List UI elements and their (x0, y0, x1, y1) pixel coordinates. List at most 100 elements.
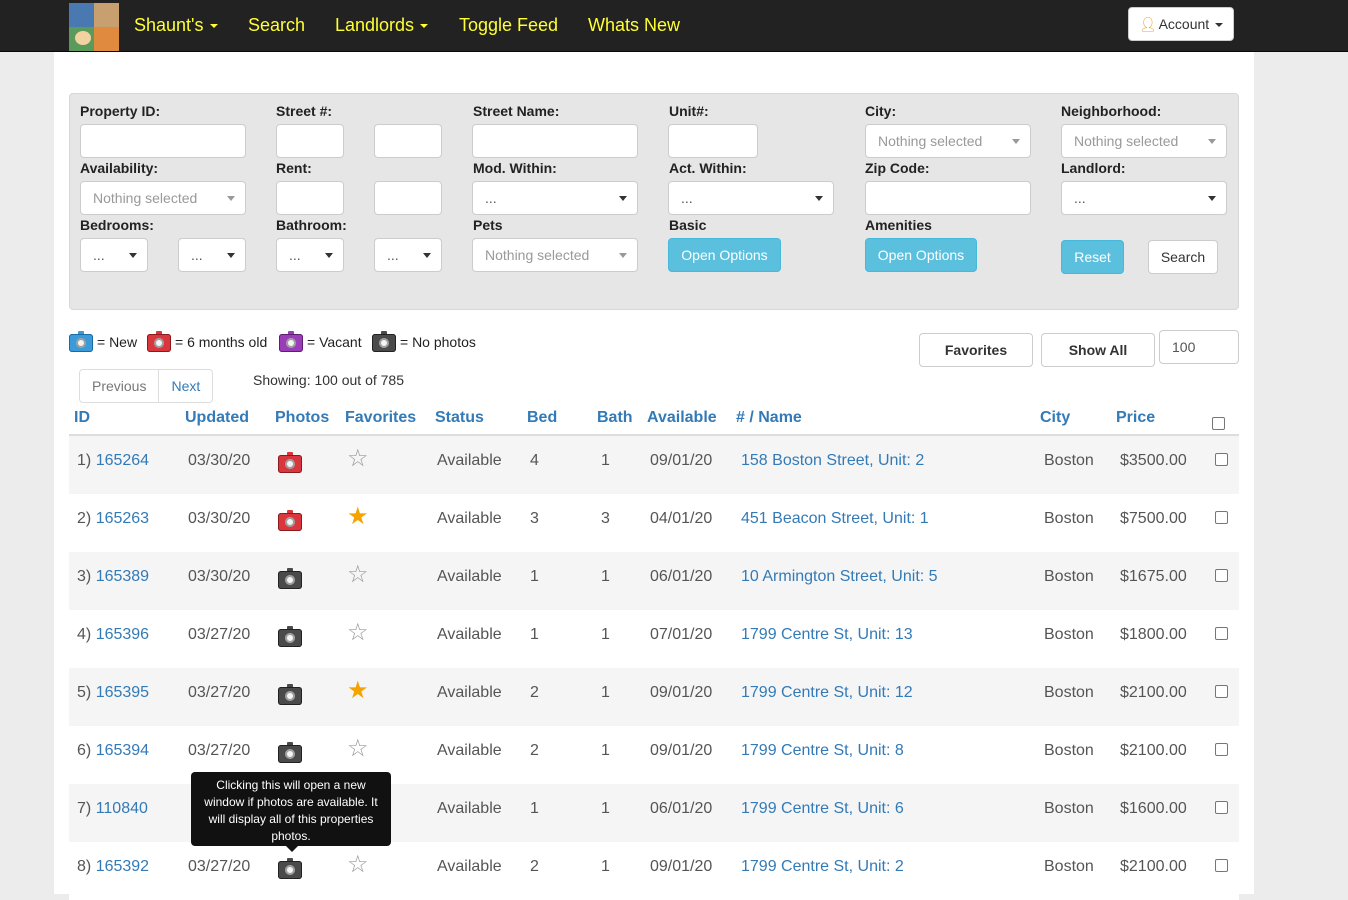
favorite-star-icon[interactable]: ☆ (347, 853, 369, 877)
site-logo[interactable] (69, 3, 119, 51)
row-select-checkbox[interactable] (1215, 801, 1228, 814)
property-name-link[interactable]: 1799 Centre St, Unit: 6 (741, 800, 904, 818)
zip-code-input[interactable] (865, 181, 1031, 215)
available-date: 09/01/20 (650, 742, 713, 759)
street-name-input[interactable] (472, 124, 638, 158)
status-text: Available (437, 626, 502, 643)
favorite-star-icon[interactable]: ★ (347, 505, 369, 529)
property-name-link[interactable]: 10 Armington Street, Unit: 5 (741, 568, 938, 586)
property-id-link[interactable]: 165263 (96, 510, 149, 527)
neighborhood-select[interactable]: Nothing selected (1061, 124, 1227, 158)
account-dropdown-button[interactable]: 👤︎ Account (1128, 7, 1234, 41)
row-select-checkbox[interactable] (1215, 685, 1228, 698)
amenities-open-options-button[interactable]: Open Options (865, 238, 977, 272)
row-select-checkbox[interactable] (1215, 511, 1228, 524)
nav-whats-new-link[interactable]: Whats New (588, 15, 680, 36)
col-header-bath[interactable]: Bath (597, 409, 633, 427)
col-header-price[interactable]: Price (1116, 409, 1155, 427)
show-all-button[interactable]: Show All (1041, 333, 1155, 367)
property-id-link[interactable]: 165396 (96, 626, 149, 643)
landlord-select[interactable]: ... (1061, 181, 1227, 215)
act-within-select[interactable]: ... (668, 181, 834, 215)
col-header-status[interactable]: Status (435, 409, 484, 427)
col-header-id[interactable]: ID (74, 409, 90, 427)
favorites-button[interactable]: Favorites (919, 333, 1033, 367)
label-bathroom: Bathroom: (276, 217, 347, 233)
row-id-cell: 5) 165395 (77, 684, 149, 702)
property-id-link[interactable]: 165264 (96, 452, 149, 469)
bedrooms-max-select[interactable]: ... (178, 238, 246, 272)
favorite-star-icon[interactable]: ☆ (347, 563, 369, 587)
select-all-checkbox[interactable] (1212, 417, 1225, 430)
nav-search-link[interactable]: Search (248, 15, 305, 36)
price-text: $7500.00 (1120, 510, 1187, 527)
label-pets: Pets (473, 217, 503, 233)
property-name-link[interactable]: 1799 Centre St, Unit: 8 (741, 742, 904, 760)
bedrooms-min-value: ... (93, 247, 105, 263)
legend-six-months-label: = 6 months old (175, 334, 268, 350)
col-header-bed[interactable]: Bed (527, 409, 557, 427)
property-id-link[interactable]: 165389 (96, 568, 149, 585)
property-id-input[interactable] (80, 124, 246, 158)
col-header-available[interactable]: Available (647, 409, 717, 427)
col-header-updated[interactable]: Updated (185, 409, 249, 427)
city-select[interactable]: Nothing selected (865, 124, 1031, 158)
nav-landlords-dropdown[interactable]: Landlords (335, 15, 429, 36)
camera-icon[interactable] (278, 684, 302, 705)
property-name-link[interactable]: 1799 Centre St, Unit: 12 (741, 684, 913, 702)
camera-icon[interactable] (278, 452, 302, 473)
col-header-favorites[interactable]: Favorites (345, 409, 416, 427)
table-row: 8) 165392 03/27/20 ☆ Available 2 1 09/01/20 179… (69, 842, 1239, 900)
availability-select[interactable]: Nothing selected (80, 181, 246, 215)
property-name-link[interactable]: 1799 Centre St, Unit: 13 (741, 626, 913, 644)
mod-within-select[interactable]: ... (472, 181, 638, 215)
rent-min-input[interactable] (276, 181, 344, 215)
col-header-name[interactable]: # / Name (736, 409, 802, 427)
reset-button[interactable]: Reset (1061, 240, 1124, 274)
basic-open-options-button[interactable]: Open Options (668, 238, 781, 272)
bathroom-min-select[interactable]: ... (276, 238, 344, 272)
street-num-to-input[interactable] (374, 124, 442, 158)
favorite-star-icon[interactable]: ☆ (347, 621, 369, 645)
property-id-link[interactable]: 165392 (96, 858, 149, 875)
previous-page-button[interactable]: Previous (79, 369, 160, 403)
property-name-link[interactable]: 1799 Centre St, Unit: 2 (741, 858, 904, 876)
bed-count: 2 (530, 858, 539, 875)
per-page-input[interactable]: 100 (1159, 330, 1239, 364)
property-id-link[interactable]: 165394 (96, 742, 149, 759)
next-page-button[interactable]: Next (159, 369, 214, 403)
camera-icon[interactable] (278, 568, 302, 589)
row-select-checkbox[interactable] (1215, 569, 1228, 582)
property-name-link[interactable]: 451 Beacon Street, Unit: 1 (741, 510, 929, 528)
label-street-num: Street #: (276, 103, 333, 119)
camera-icon[interactable] (278, 742, 302, 763)
favorite-star-icon[interactable]: ☆ (347, 737, 369, 761)
street-num-from-input[interactable] (276, 124, 344, 158)
row-select-checkbox[interactable] (1215, 743, 1228, 756)
city-text: Boston (1044, 742, 1094, 759)
nav-toggle-feed-link[interactable]: Toggle Feed (459, 15, 558, 36)
property-id-link[interactable]: 110840 (96, 800, 148, 817)
bathroom-max-select[interactable]: ... (374, 238, 442, 272)
favorite-star-icon[interactable]: ★ (347, 679, 369, 703)
camera-icon[interactable] (278, 510, 302, 531)
search-button[interactable]: Search (1148, 240, 1218, 274)
pets-select[interactable]: Nothing selected (472, 238, 638, 272)
row-select-checkbox[interactable] (1215, 453, 1228, 466)
bedrooms-min-select[interactable]: ... (80, 238, 148, 272)
favorite-star-icon[interactable]: ☆ (347, 447, 369, 471)
col-header-city[interactable]: City (1040, 409, 1070, 427)
camera-icon[interactable] (278, 858, 302, 879)
row-select-checkbox[interactable] (1215, 859, 1228, 872)
col-header-photos[interactable]: Photos (275, 409, 329, 427)
property-id-link[interactable]: 165395 (96, 684, 149, 701)
row-id-cell: 4) 165396 (77, 626, 149, 644)
rent-max-input[interactable] (374, 181, 442, 215)
property-name-link[interactable]: 158 Boston Street, Unit: 2 (741, 452, 924, 470)
unit-input[interactable] (668, 124, 758, 158)
row-select-checkbox[interactable] (1215, 627, 1228, 640)
city-text: Boston (1044, 684, 1094, 701)
nav-shaunts-dropdown[interactable]: Shaunt's (134, 15, 218, 36)
nav-toggle-feed-label: Toggle Feed (459, 15, 559, 35)
camera-icon[interactable] (278, 626, 302, 647)
